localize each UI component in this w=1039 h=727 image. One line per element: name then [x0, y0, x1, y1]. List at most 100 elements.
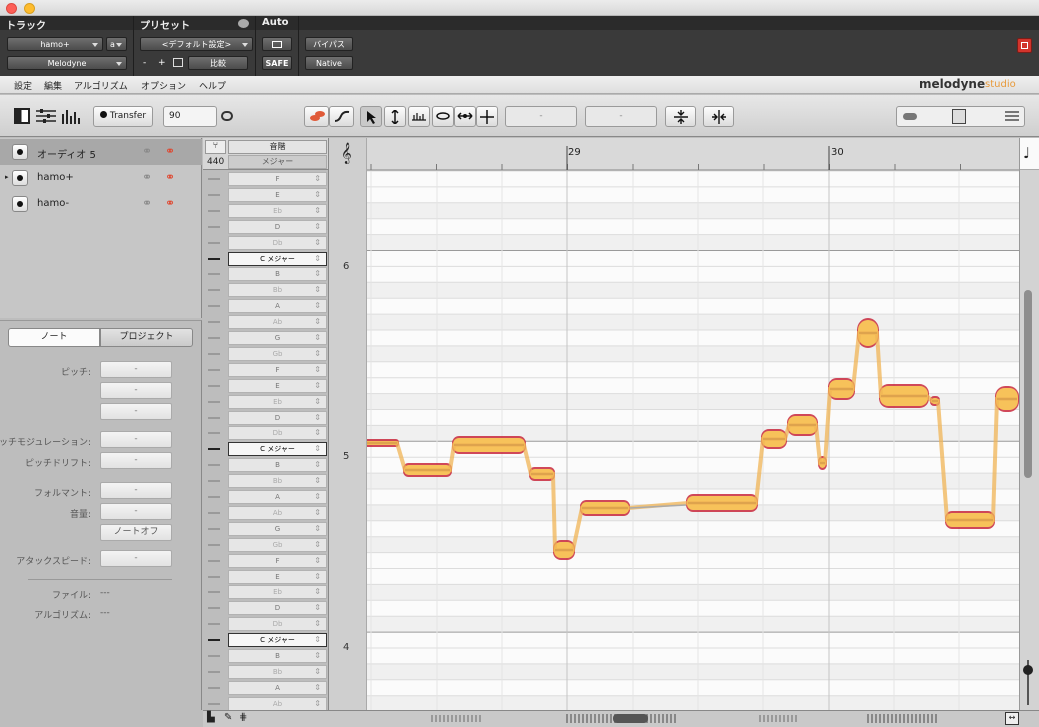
note-row[interactable]: Db ⇕ — [203, 425, 328, 441]
note-button[interactable]: E ⇕ — [228, 378, 327, 393]
pitch-drift-field[interactable]: - — [100, 452, 172, 469]
stepper-icon[interactable]: ⇕ — [314, 189, 321, 201]
note-row[interactable]: C メジャー ⇕ — [203, 441, 328, 457]
note-button[interactable]: Ab ⇕ — [228, 315, 327, 330]
compare-button[interactable]: 比較 — [188, 56, 248, 70]
quantize-time-button[interactable] — [703, 106, 734, 127]
plugin-select[interactable]: Melodyne — [7, 56, 127, 70]
note-row[interactable]: B ⇕ — [203, 457, 328, 473]
stepper-icon[interactable]: ⇕ — [314, 682, 321, 694]
note-button[interactable]: A ⇕ — [228, 299, 327, 314]
note-button[interactable]: E ⇕ — [228, 569, 327, 584]
scale-snap-icon[interactable]: ▙ — [207, 712, 215, 723]
track-row[interactable]: hamo- ⚭ ⚭ — [0, 191, 202, 217]
stepper-icon[interactable]: ⇕ — [314, 650, 321, 662]
stepper-icon[interactable]: ⇕ — [314, 396, 321, 408]
stepper-icon[interactable]: ⇕ — [314, 475, 321, 487]
note-button[interactable]: Bb ⇕ — [228, 474, 327, 489]
note-button[interactable]: Bb ⇕ — [228, 283, 327, 298]
stepper-icon[interactable]: ⇕ — [314, 268, 321, 280]
tool-param-field-2[interactable]: - — [585, 106, 657, 127]
editor-canvas[interactable] — [367, 138, 1019, 710]
note-blob-mode-button[interactable] — [304, 106, 329, 127]
stepper-icon[interactable]: ⇕ — [314, 618, 321, 630]
link-icon[interactable] — [221, 111, 233, 121]
formant-field[interactable]: - — [100, 482, 172, 499]
vertical-scrollbar-thumb[interactable] — [1024, 290, 1032, 478]
note-button[interactable]: A ⇕ — [228, 490, 327, 504]
preset-menu-icon[interactable] — [238, 19, 249, 28]
note-button[interactable]: B ⇕ — [228, 458, 327, 473]
stepper-icon[interactable]: ⇕ — [314, 698, 321, 710]
stepper-icon[interactable]: ⇕ — [314, 284, 321, 296]
note-row[interactable]: C メジャー ⇕ — [203, 632, 328, 648]
note-row[interactable]: B ⇕ — [203, 648, 328, 664]
menu-help[interactable]: ヘルプ — [199, 79, 226, 92]
stepper-icon[interactable]: ⇕ — [314, 253, 321, 265]
blob-active-icon[interactable]: ⚭ — [165, 170, 175, 184]
stepper-icon[interactable]: ⇕ — [314, 571, 321, 583]
note-row[interactable]: F ⇕ — [203, 362, 328, 378]
blob-active-icon[interactable]: ⚭ — [165, 196, 175, 210]
attack-speed-field[interactable]: - — [100, 550, 172, 567]
menu-settings[interactable]: 設定 — [14, 79, 32, 92]
note-row[interactable]: B ⇕ — [203, 266, 328, 282]
note-editor[interactable]: 29 30 — [367, 138, 1019, 710]
stepper-icon[interactable]: ⇕ — [314, 443, 321, 455]
safe-button[interactable]: SAFE — [262, 56, 292, 70]
tab-project[interactable]: プロジェクト — [100, 328, 193, 347]
stepper-icon[interactable]: ⇕ — [314, 555, 321, 567]
note-button[interactable]: D ⇕ — [228, 410, 327, 425]
stepper-icon[interactable]: ⇕ — [314, 459, 321, 471]
note-button[interactable]: F ⇕ — [228, 172, 327, 186]
note-row[interactable]: Bb ⇕ — [203, 473, 328, 489]
note-row[interactable]: G ⇕ — [203, 330, 328, 346]
plugin-power-button[interactable] — [1017, 38, 1032, 53]
preset-minus-button[interactable]: - — [143, 58, 146, 68]
bypass-button[interactable]: バイパス — [305, 37, 353, 51]
note-button[interactable]: A ⇕ — [228, 680, 327, 695]
note-button[interactable]: Db ⇕ — [228, 426, 327, 441]
note-row[interactable]: Db ⇕ — [203, 235, 328, 251]
stepper-icon[interactable]: ⇕ — [314, 507, 321, 519]
record-enable-button[interactable] — [12, 170, 28, 186]
note-separation-tool-button[interactable] — [476, 106, 498, 127]
note-row[interactable]: E ⇕ — [203, 569, 328, 585]
treble-clef-icon[interactable]: 𝄞 — [341, 143, 352, 164]
note-row[interactable]: A ⇕ — [203, 298, 328, 314]
pitch-curve-mode-button[interactable] — [329, 106, 354, 127]
note-row[interactable]: Ab ⇕ — [203, 505, 328, 521]
note-row[interactable]: Bb ⇕ — [203, 664, 328, 680]
note-row[interactable]: Bb ⇕ — [203, 282, 328, 298]
tool-param-field-1[interactable]: - — [505, 106, 577, 127]
note-row[interactable]: Ab ⇕ — [203, 696, 328, 710]
note-button[interactable]: C メジャー ⇕ — [228, 442, 327, 457]
stepper-icon[interactable]: ⇕ — [314, 666, 321, 678]
note-row[interactable]: Gb ⇕ — [203, 346, 328, 362]
note-button[interactable]: Gb ⇕ — [228, 537, 327, 552]
scale-mode-select[interactable]: メジャー — [228, 155, 327, 169]
menu-options[interactable]: オプション — [141, 79, 186, 92]
record-enable-button[interactable] — [12, 144, 28, 160]
layout-view-icon[interactable] — [14, 108, 30, 124]
horizontal-scrollbar-thumb[interactable] — [613, 714, 648, 723]
stepper-icon[interactable]: ⇕ — [314, 586, 321, 598]
note-button[interactable]: Bb ⇕ — [228, 664, 327, 679]
note-button[interactable]: Eb ⇕ — [228, 585, 327, 600]
grid-icon[interactable]: ⋕ — [239, 712, 247, 723]
tuning-fork-icon[interactable]: ⑂ — [205, 140, 226, 154]
pointer-tool-button[interactable] — [360, 106, 382, 127]
tempo-field[interactable]: 90 — [163, 106, 217, 127]
tab-note[interactable]: ノート — [8, 328, 100, 347]
note-button[interactable]: Eb ⇕ — [228, 394, 327, 409]
note-button[interactable]: Ab ⇕ — [228, 505, 327, 520]
native-button[interactable]: Native — [305, 56, 353, 70]
note-button[interactable]: G ⇕ — [228, 331, 327, 345]
note-button[interactable]: G ⇕ — [228, 521, 327, 536]
track-variant-select[interactable]: a — [106, 37, 127, 51]
note-button[interactable]: C メジャー ⇕ — [228, 251, 327, 266]
note-button[interactable]: Gb ⇕ — [228, 346, 327, 361]
pitch-tool-button[interactable] — [384, 106, 406, 127]
record-enable-button[interactable] — [12, 196, 28, 212]
stepper-icon[interactable]: ⇕ — [314, 348, 321, 360]
